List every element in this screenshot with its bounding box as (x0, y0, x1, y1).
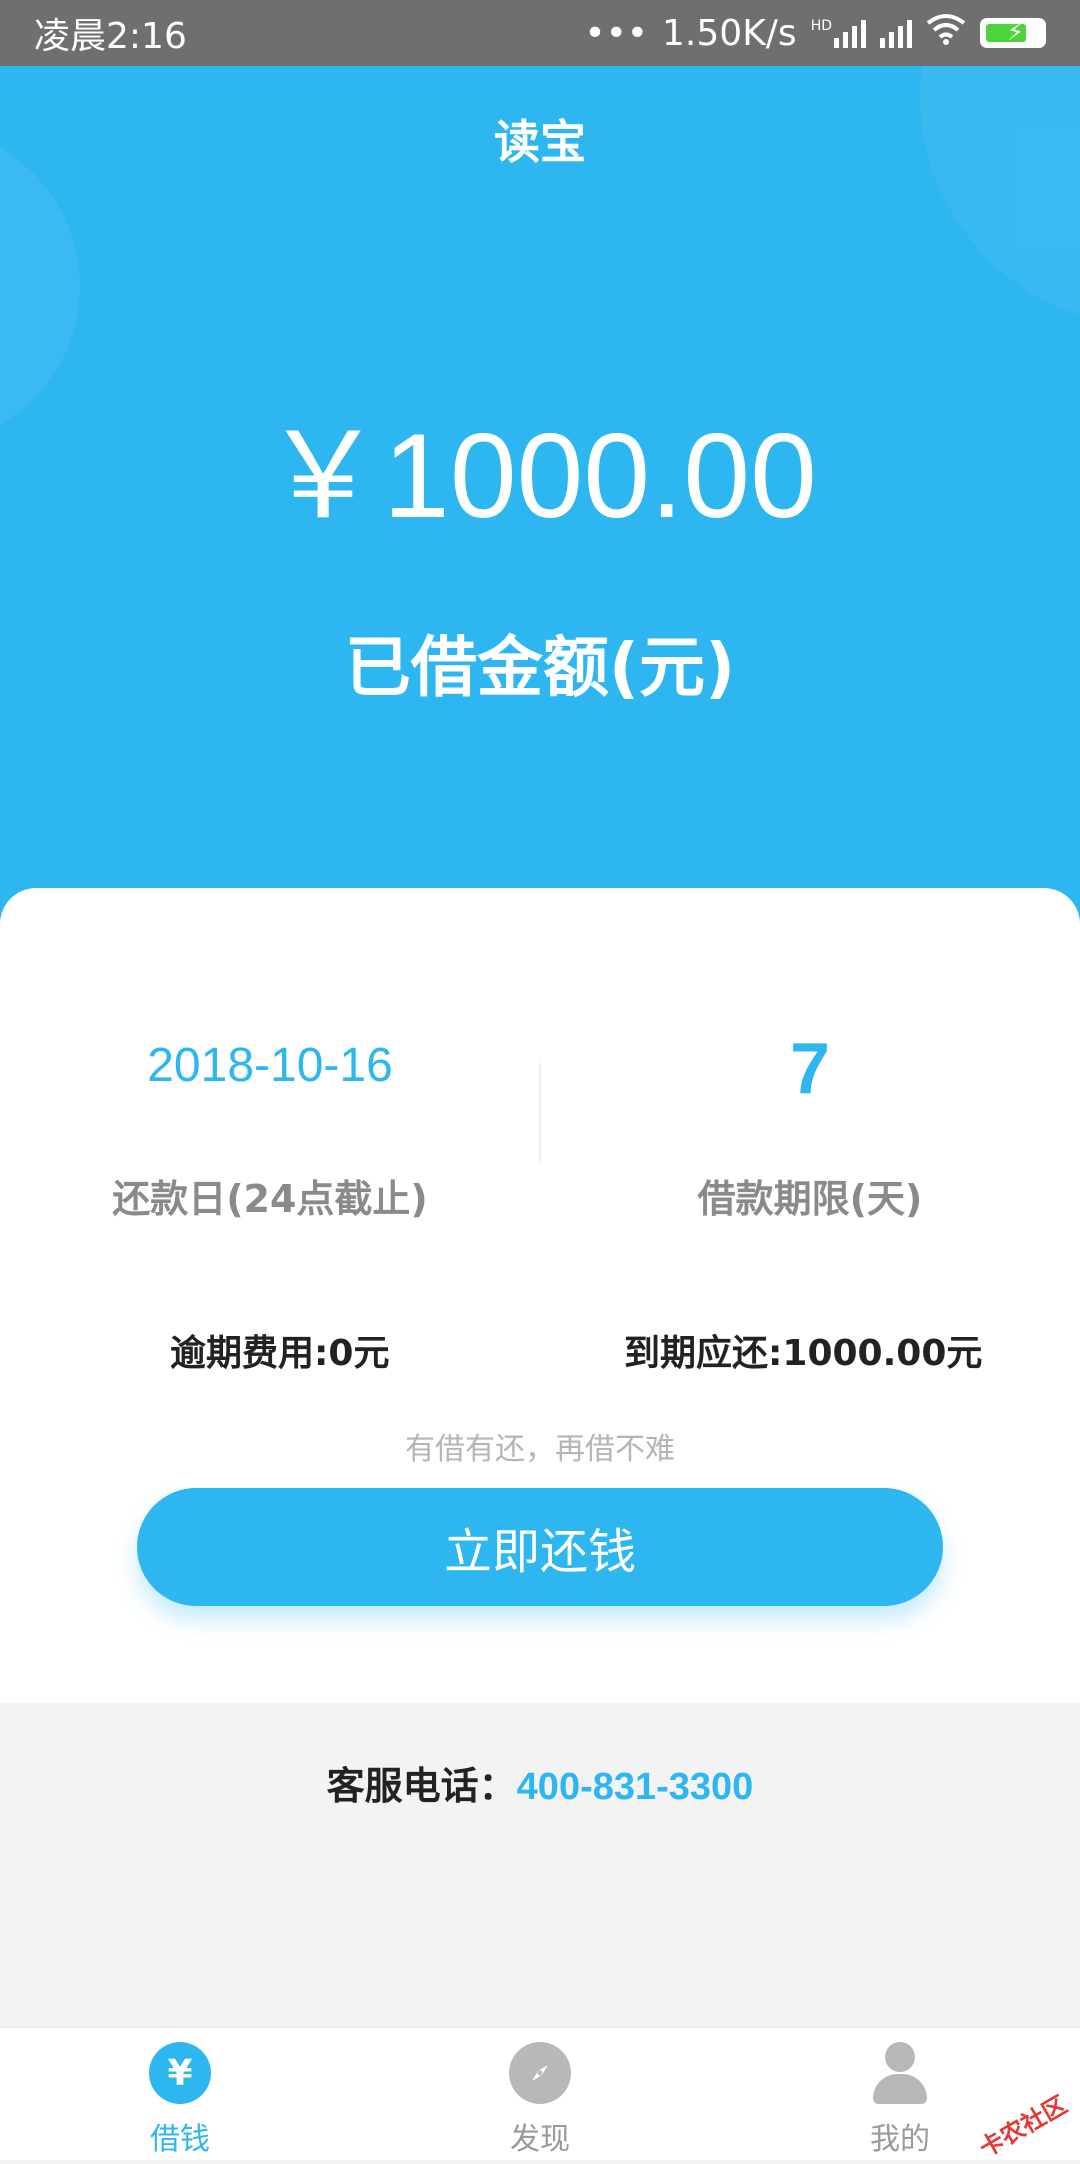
more-dots-icon: ••• (584, 13, 648, 54)
due-date-value: 2018-10-16 (0, 1038, 540, 1093)
loan-term-value: 7 (540, 1028, 1080, 1110)
status-time: 凌晨2:16 (34, 7, 187, 59)
due-total: 到期应还:1000.00元 (624, 1324, 982, 1376)
decorative-circle (920, 66, 1080, 326)
network-speed: 1.50K/s (662, 13, 797, 54)
due-date-label: 还款日(24点截止) (0, 1168, 540, 1223)
nav-item-discover[interactable]: 发现 (360, 2028, 720, 2160)
compass-icon (509, 2042, 571, 2104)
nav-label-borrow: 借钱 (150, 2114, 210, 2158)
bottom-nav: ¥ 借钱 发现 我的 (0, 2026, 1080, 2160)
status-bar: 凌晨2:16 ••• 1.50K/s HD ⚡ (0, 0, 1080, 66)
hd-label: HD (811, 18, 832, 34)
wifi-icon (926, 13, 966, 54)
header-banner: 读宝 ￥1000.00 已借金额(元) (0, 66, 1080, 966)
hd-signal-icon: HD (811, 18, 866, 48)
nav-item-borrow[interactable]: ¥ 借钱 (0, 2028, 360, 2160)
app-title: 读宝 (0, 106, 1080, 172)
repay-now-button[interactable]: 立即还钱 (137, 1488, 943, 1606)
borrowed-amount-label: 已借金额(元) (0, 614, 1080, 710)
yen-icon: ¥ (149, 2042, 211, 2104)
loan-term-label: 借款期限(天) (540, 1168, 1080, 1223)
slogan: 有借有还，再借不难 (0, 1424, 1080, 1468)
battery-icon: ⚡ (980, 18, 1046, 48)
borrowed-amount: ￥1000.00 (0, 416, 1080, 536)
status-icons: ••• 1.50K/s HD ⚡ (584, 13, 1046, 54)
decorative-circle (0, 126, 80, 446)
nav-label-discover: 发现 (510, 2114, 570, 2158)
service-label: 客服电话： (327, 1764, 517, 1808)
overdue-fee: 逾期费用:0元 (170, 1324, 389, 1376)
person-icon (869, 2042, 931, 2104)
loan-info-card: 2018-10-16 还款日(24点截止) 7 借款期限(天) 逾期费用:0元 … (0, 888, 1080, 1703)
customer-service: 客服电话：400-831-3300 (0, 1755, 1080, 1810)
service-phone-link[interactable]: 400-831-3300 (517, 1766, 754, 1808)
signal-icon (880, 18, 912, 48)
nav-label-mine: 我的 (870, 2114, 930, 2158)
